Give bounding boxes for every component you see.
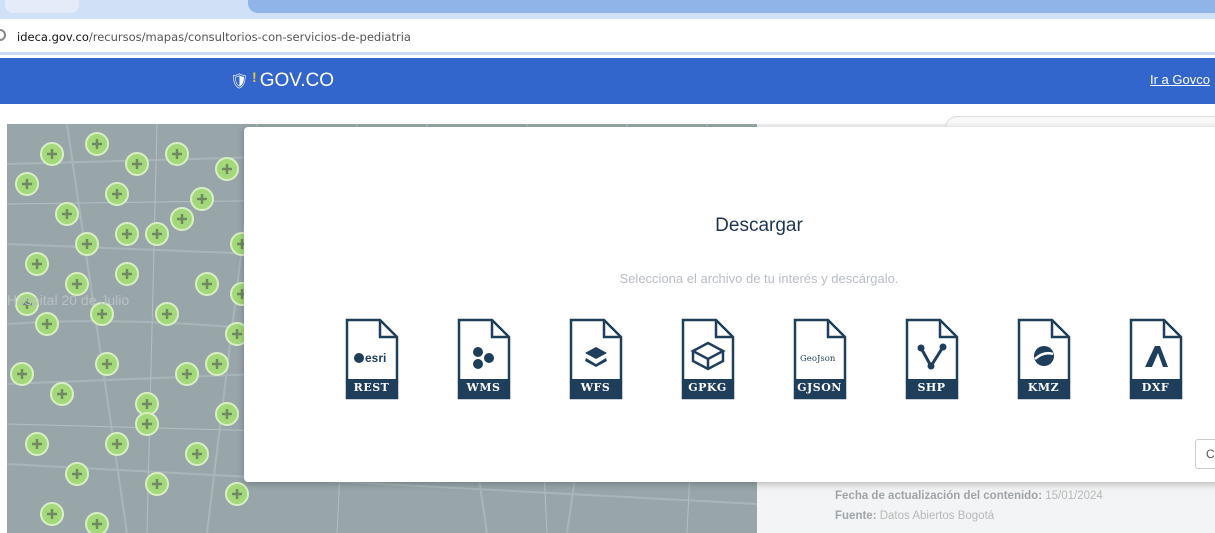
govco-logo-text: GOV.CO: [259, 70, 334, 91]
colombia-shield-icon: 🛡: [230, 73, 250, 90]
gov-header-bar: 🛡 ! GOV.CO Ir a Govco: [0, 58, 1215, 104]
download-format-list: esri REST WMS WFS GPKG GeoJson GJSON SHP…: [344, 317, 1215, 401]
download-wfs-button[interactable]: WFS: [568, 317, 624, 401]
download-gjson-button[interactable]: GeoJson GJSON: [792, 317, 848, 401]
shp-label: SHP: [917, 381, 946, 394]
browser-tab-active[interactable]: [248, 0, 1215, 13]
gjson-label: GJSON: [797, 381, 842, 394]
geojson-icon: GeoJson: [800, 354, 836, 364]
modal-subtitle: Selecciona el archivo de tu interés y de…: [619, 271, 899, 286]
rest-label: REST: [353, 381, 390, 394]
wfs-label: WFS: [580, 381, 611, 394]
dxf-label: DXF: [1141, 381, 1170, 394]
download-dxf-button[interactable]: DXF: [1128, 317, 1184, 401]
source-row: Fuente: Datos Abiertos Bogotá: [835, 510, 994, 522]
updated-date-value: 15/01/2024: [1045, 490, 1103, 502]
browser-tab[interactable]: [5, 0, 79, 13]
gpkg-label: GPKG: [688, 381, 727, 394]
download-shp-button[interactable]: SHP: [904, 317, 960, 401]
kmz-label: KMZ: [1027, 381, 1060, 394]
download-rest-button[interactable]: esri REST: [344, 317, 400, 401]
govco-accent-mark: !: [252, 69, 257, 85]
address-bar[interactable]: ideca.gov.co/recursos/mapas/consultorios…: [0, 19, 1215, 55]
download-wms-button[interactable]: WMS: [456, 317, 512, 401]
updated-date-label: Fecha de actualización del contenido:: [835, 490, 1043, 502]
modal-close-button[interactable]: C: [1195, 439, 1215, 469]
url-path: /recursos/mapas/consultorios-con-servici…: [88, 30, 411, 44]
esri-icon: esri: [365, 351, 386, 365]
govco-logo[interactable]: 🛡 ! GOV.CO: [230, 69, 334, 92]
updated-date-row: Fecha de actualización del contenido: 15…: [835, 490, 1103, 502]
wms-label: WMS: [466, 381, 501, 394]
browser-tabstrip: [0, 0, 1215, 19]
download-modal: Descargar Selecciona el archivo de tu in…: [244, 127, 1215, 482]
map-place-label: Hospital 20 de Julio: [7, 292, 130, 308]
download-kmz-button[interactable]: KMZ: [1016, 317, 1072, 401]
google-earth-icon: [1034, 346, 1054, 366]
site-info-icon[interactable]: [0, 29, 6, 41]
download-gpkg-button[interactable]: GPKG: [680, 317, 736, 401]
source-label: Fuente:: [835, 510, 877, 522]
ir-a-govco-link[interactable]: Ir a Govco: [1150, 72, 1210, 87]
modal-title: Descargar: [715, 215, 803, 236]
source-value: Datos Abiertos Bogotá: [879, 510, 995, 522]
url-domain: ideca.gov.co: [17, 30, 89, 44]
url-text[interactable]: ideca.gov.co/recursos/mapas/consultorios…: [17, 30, 411, 44]
